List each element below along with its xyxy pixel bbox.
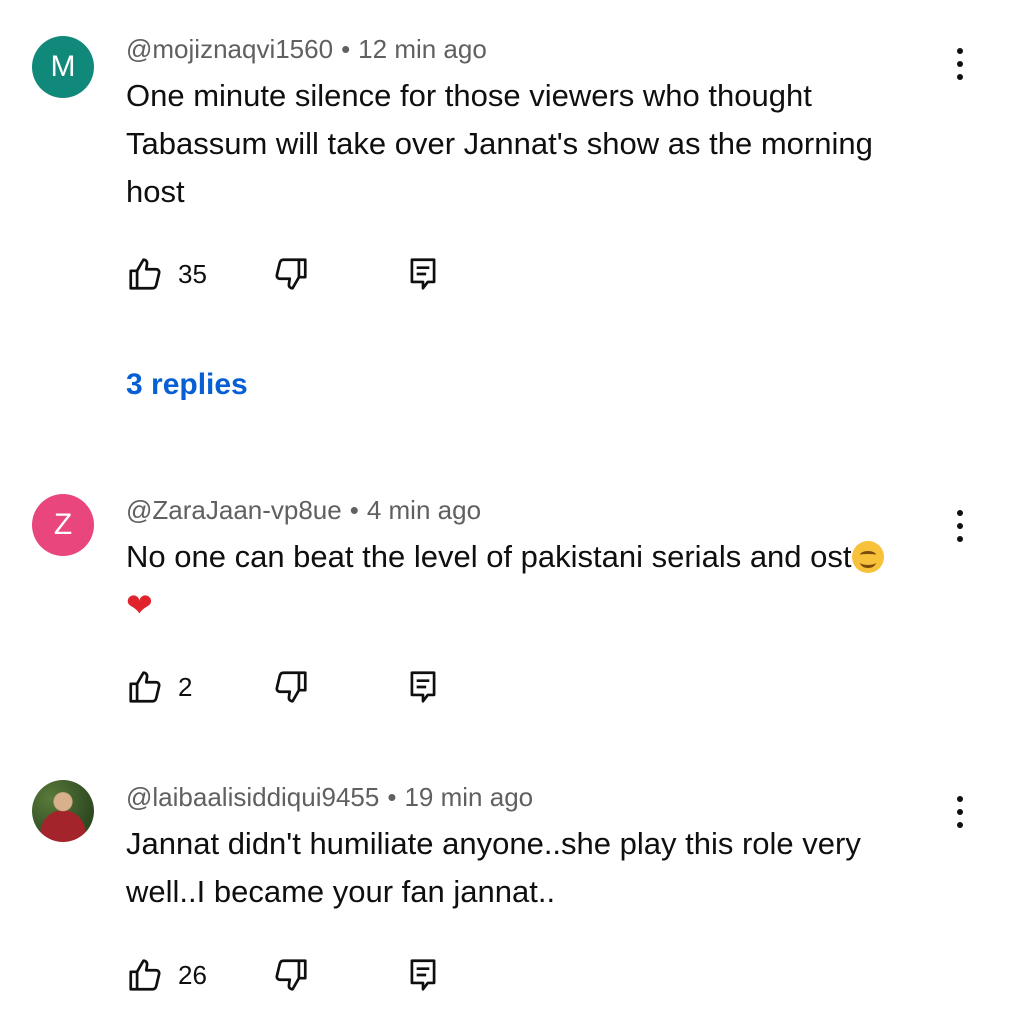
meta-separator: •: [341, 34, 351, 64]
dislike-button[interactable]: [272, 667, 310, 707]
comment-time: 19 min ago: [404, 782, 534, 812]
comment-author[interactable]: @mojiznaqvi1560: [126, 34, 333, 64]
like-count: 35: [178, 258, 207, 289]
dislike-button[interactable]: [272, 254, 310, 294]
thumbs-down-icon: [272, 668, 310, 706]
like-count: 2: [178, 671, 193, 702]
smiling-face-emoji: [851, 541, 884, 573]
thumbs-up-icon: [126, 255, 164, 293]
heart-emoji: ❤: [126, 586, 153, 624]
thumbs-up-icon: [126, 668, 164, 706]
comment-text-line: ❤: [126, 581, 946, 630]
avatar[interactable]: Z: [32, 494, 94, 556]
comment-author[interactable]: @ZaraJaan-vp8ue: [126, 495, 342, 525]
like-button[interactable]: 2: [126, 667, 192, 707]
reply-button[interactable]: [404, 955, 442, 995]
like-button[interactable]: 35: [126, 254, 207, 294]
reply-comment-icon: [404, 668, 442, 706]
thumbs-down-icon: [272, 255, 310, 293]
more-vert-icon[interactable]: [948, 794, 972, 834]
avatar[interactable]: [32, 780, 94, 842]
like-count: 26: [178, 959, 207, 990]
comment-time: 4 min ago: [366, 495, 482, 525]
comment-text-line: Tabassum will take over Jannat's show as…: [126, 126, 873, 161]
view-replies-link[interactable]: 3 replies: [126, 368, 248, 402]
comment-meta: @laibaalisiddiqui9455 • 19 min ago: [126, 782, 533, 813]
avatar[interactable]: M: [32, 36, 94, 98]
reply-comment-icon: [404, 255, 442, 293]
comment-text-line: One minute silence for those viewers who…: [126, 78, 812, 113]
comment-text-line: well..I became your fan jannat..: [126, 874, 556, 909]
reply-comment-icon: [404, 956, 442, 994]
more-vert-icon[interactable]: [948, 508, 972, 548]
comment-text: One minute silence for those viewers who…: [126, 72, 946, 216]
comment-meta: @mojiznaqvi1560 • 12 min ago: [126, 34, 487, 65]
meta-separator: •: [387, 782, 397, 812]
comment-text: Jannat didn't humiliate anyone..she play…: [126, 820, 946, 916]
reply-button[interactable]: [404, 254, 442, 294]
comment-author[interactable]: @laibaalisiddiqui9455: [126, 782, 379, 812]
like-button[interactable]: 26: [126, 955, 207, 995]
comment-text-line: host: [126, 174, 185, 209]
meta-separator: •: [349, 495, 359, 525]
comment-text: No one can beat the level of pakistani s…: [126, 533, 946, 630]
comment-text-line: No one can beat the level of pakistani s…: [126, 533, 946, 581]
comment-time: 12 min ago: [358, 34, 487, 64]
thumbs-up-icon: [126, 956, 164, 994]
dislike-button[interactable]: [272, 955, 310, 995]
thumbs-down-icon: [272, 956, 310, 994]
more-vert-icon[interactable]: [948, 46, 972, 86]
comment-text-line: Jannat didn't humiliate anyone..she play…: [126, 826, 861, 861]
reply-button[interactable]: [404, 667, 442, 707]
comment-text-content: No one can beat the level of pakistani s…: [126, 539, 852, 574]
comment-meta: @ZaraJaan-vp8ue • 4 min ago: [126, 495, 481, 526]
